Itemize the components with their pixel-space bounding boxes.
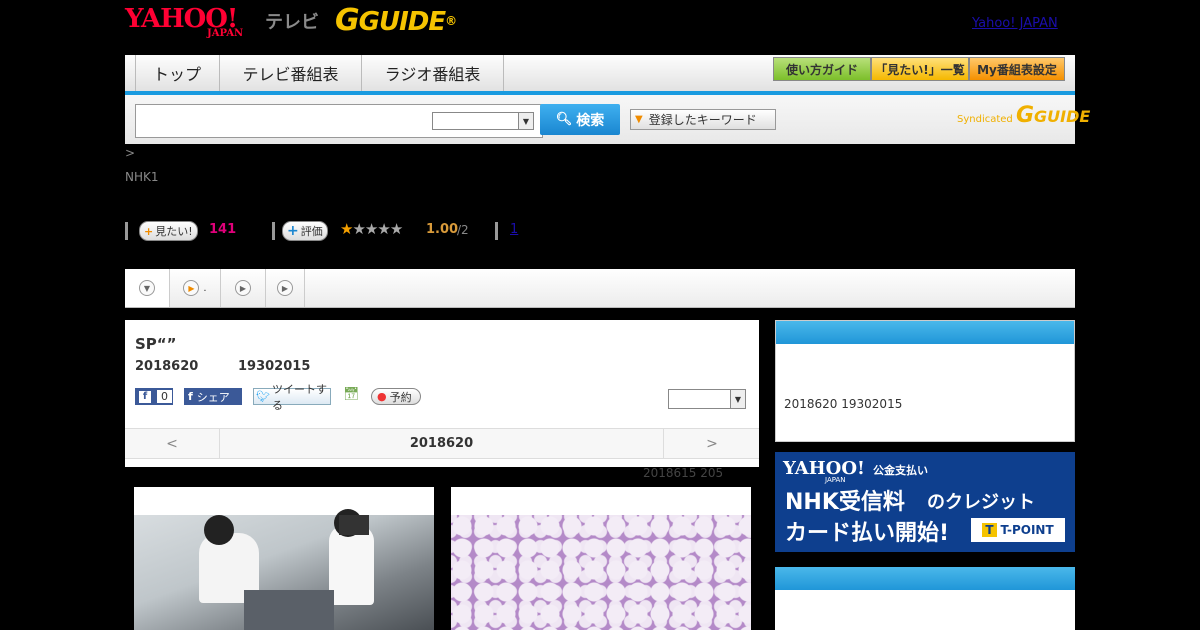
tv-label[interactable]: テレビ: [265, 8, 319, 34]
divider: [272, 222, 275, 240]
channel-name: NHK1: [125, 170, 159, 184]
search-button[interactable]: 🔍︎ 検索: [540, 104, 620, 135]
tweet-button[interactable]: 🐦︎ ツイートする: [253, 383, 331, 412]
ad-tpoint-badge: T T-POINT: [971, 518, 1065, 542]
main-nav: トップ テレビ番組表 ラジオ番組表 使い方ガイド 「見たい!」一覧 My番組表設…: [125, 55, 1075, 95]
syndicated-label: Syndicated: [957, 114, 1013, 125]
star-empty-icon: ★: [352, 220, 365, 238]
prev-date-button[interactable]: <: [125, 429, 220, 458]
plus-icon: +: [144, 224, 154, 238]
subtab-details[interactable]: ▼: [125, 269, 170, 307]
record-dot-icon: ●: [377, 390, 387, 403]
search-button-label: 検索: [576, 112, 605, 129]
rate-button[interactable]: + 評価: [282, 221, 328, 241]
gguide-logo[interactable]: GGUIDE®: [335, 6, 457, 38]
program-photo-2[interactable]: [451, 487, 751, 630]
photo-figure: [204, 515, 234, 545]
chevron-down-icon: ▼: [139, 280, 155, 296]
tweet-label: ツイートする: [271, 382, 327, 412]
photo-image: [134, 509, 434, 630]
guide-button[interactable]: 使い方ガイド: [773, 57, 871, 81]
saved-keywords-label: 登録したキーワード: [648, 113, 757, 127]
sidebar-info-text: 2018620 19302015: [784, 397, 903, 411]
search-icon: 🔍︎: [555, 112, 573, 127]
sidebar-info-header: [776, 321, 1074, 344]
subtab-2[interactable]: ▶.: [170, 269, 221, 307]
my-listings-button[interactable]: My番組表設定: [969, 57, 1065, 81]
photo-bed: [244, 590, 334, 630]
tab-tv-listings[interactable]: テレビ番組表: [220, 55, 362, 91]
chevron-down-icon: ▼: [730, 390, 745, 408]
tab-radio-listings[interactable]: ラジオ番組表: [362, 55, 504, 91]
photo-figure: [329, 525, 374, 605]
calendar-add-icon[interactable]: 📅︎: [343, 387, 360, 403]
divider: [125, 222, 128, 240]
japan-logo-text: JAPAN: [207, 28, 244, 39]
star-filled-icon: ★: [340, 220, 353, 238]
ad-tpoint-label: T-POINT: [1000, 523, 1054, 537]
photo-monitor: [339, 515, 369, 535]
syndicated-logo-text: GUIDE: [1034, 107, 1091, 126]
triangle-down-icon: ▼: [635, 114, 643, 125]
tab-top[interactable]: トップ: [135, 55, 220, 91]
program-photo-1[interactable]: [134, 487, 434, 630]
program-select[interactable]: ▼: [668, 389, 746, 409]
chevron-down-icon: ▼: [518, 113, 533, 129]
sidebar-info-box: 2018620 19302015: [775, 320, 1075, 442]
play-icon: ▶: [183, 280, 200, 296]
mitai-label: 見たい!: [155, 225, 193, 238]
reserve-label: 予約: [389, 390, 412, 404]
ad-headline-1b: のクレジット: [927, 492, 1035, 513]
share-label: シェア: [196, 390, 230, 404]
tissue-image: [451, 515, 751, 630]
search-category-select[interactable]: ▼: [432, 112, 534, 130]
divider: [495, 222, 498, 240]
update-meta: 2018615 205: [643, 466, 724, 480]
plus-icon: +: [287, 223, 299, 239]
reserve-button[interactable]: ● 予約: [371, 388, 421, 405]
breadcrumb[interactable]: >: [125, 146, 135, 160]
facebook-like-button[interactable]: f 0: [135, 388, 173, 405]
subtab-4[interactable]: ▶: [266, 269, 305, 307]
ad-yahoo-logo: YAHOO!: [783, 458, 865, 479]
ad-headline-2: カード払い開始!: [785, 521, 950, 546]
mitai-count: 141: [209, 222, 237, 237]
rating-count: /2: [457, 223, 469, 237]
ad-subtitle: 公金支払い: [873, 464, 928, 477]
rate-label: 評価: [300, 225, 323, 238]
tpoint-icon: T: [982, 523, 997, 537]
rating-stars: ★★★★★: [340, 220, 403, 238]
current-date: 2018620: [409, 436, 474, 451]
gguide-logo-text: GUIDE: [358, 7, 446, 37]
rating-value: 1.00: [426, 222, 459, 237]
twitter-bird-icon: 🐦︎: [256, 390, 270, 403]
ad-japan-logo: JAPAN: [825, 476, 846, 484]
program-time: 19302015: [238, 359, 311, 374]
facebook-icon: f: [139, 390, 151, 403]
next-date-button[interactable]: >: [663, 429, 760, 458]
play-icon: ▶: [277, 280, 293, 296]
program-date: 2018620: [135, 359, 199, 374]
facebook-share-button[interactable]: f シェア: [184, 388, 242, 405]
program-title: SP“”: [135, 335, 177, 353]
review-link[interactable]: 1: [510, 222, 518, 237]
facebook-count: 0: [157, 390, 172, 403]
saved-keywords-button[interactable]: ▼ 登録したキーワード: [630, 109, 776, 130]
facebook-icon: f: [188, 390, 193, 403]
star-empty-icon: ★: [377, 220, 390, 238]
ad-headline-1: NHK受信料: [785, 490, 905, 515]
program-subtabs: ▼ ▶. ▶ ▶: [125, 269, 1075, 308]
sidebar-box-2-header: [775, 567, 1075, 590]
syndicated-logo: Syndicated GGUIDE: [957, 103, 1091, 128]
subtab-3[interactable]: ▶: [221, 269, 266, 307]
star-empty-icon: ★: [389, 220, 403, 238]
date-navigator: < 2018620 >: [125, 428, 759, 459]
nhk-ad-banner[interactable]: YAHOO! JAPAN 公金支払い NHK受信料 のクレジット カード払い開始…: [775, 452, 1075, 552]
mitai-button[interactable]: + 見たい!: [139, 221, 198, 241]
yahoo-japan-link[interactable]: Yahoo! JAPAN: [972, 16, 1058, 31]
star-empty-icon: ★: [364, 220, 378, 238]
sidebar-box-2: [775, 567, 1075, 630]
play-icon: ▶: [235, 280, 251, 296]
mitai-list-button[interactable]: 「見たい!」一覧: [871, 57, 969, 81]
